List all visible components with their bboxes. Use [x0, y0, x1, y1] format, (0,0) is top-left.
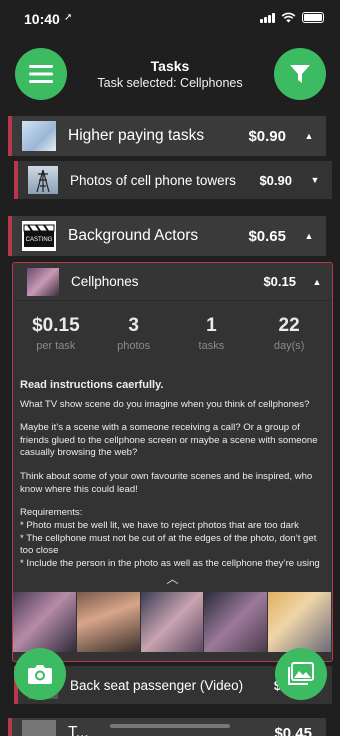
filter-button[interactable]: [274, 48, 326, 100]
stat-days: 22 day(s): [254, 315, 324, 352]
camera-button[interactable]: [14, 648, 66, 700]
category-price: $0.45: [274, 724, 312, 736]
task-stats: $0.15 per task 3 photos 1 tasks 22 day(s…: [13, 301, 332, 358]
home-indicator: [110, 724, 230, 728]
stat-photos: 3 photos: [99, 315, 169, 352]
stat-label: photos: [117, 340, 151, 352]
selected-task-card: Cellphones $0.15 ▲ $0.15 per task 3 phot…: [12, 262, 333, 662]
expand-chevron-icon[interactable]: ▼: [306, 175, 324, 185]
task-thumbnail: [27, 267, 59, 296]
svg-text:CASTING: CASTING: [26, 237, 53, 243]
example-photos[interactable]: [13, 592, 332, 652]
instructions-requirements: Requirements: * Photo must be well lit, …: [20, 507, 320, 570]
collapse-chevron-icon[interactable]: ▲: [308, 277, 326, 287]
category-thumbnail: CASTING: [22, 221, 56, 251]
battery-icon: [302, 12, 324, 23]
task-price: $0.15: [263, 274, 296, 289]
category-name: Higher paying tasks: [68, 127, 205, 144]
instructions-paragraph: Maybe it’s a scene with a someone receiv…: [20, 422, 318, 459]
status-time: 10:40: [24, 11, 60, 27]
task-name: Photos of cell phone towers: [70, 172, 236, 188]
task-row-cell-towers[interactable]: Photos of cell phone towers $0.90 ▼: [14, 161, 332, 199]
instructions-paragraph: What TV show scene do you imagine when y…: [20, 398, 310, 410]
menu-button[interactable]: [15, 48, 67, 100]
collapse-chevron-icon[interactable]: ▲: [300, 231, 318, 241]
instructions-paragraph: Think about some of your own favourite s…: [20, 471, 313, 495]
wifi-icon: [281, 12, 296, 23]
category-price: $0.65: [248, 227, 286, 245]
example-photo[interactable]: [13, 592, 76, 652]
category-thumbnail: [22, 121, 56, 151]
stat-per-task: $0.15 per task: [21, 315, 91, 352]
stat-value: 1: [206, 315, 217, 336]
task-instructions: Read instructions caerfully. What TV sho…: [13, 358, 332, 570]
header: Tasks Task selected: Cellphones: [0, 46, 340, 106]
image-icon: [288, 662, 314, 685]
category-price: $0.90: [248, 127, 286, 145]
stat-value: 22: [278, 315, 300, 336]
collapse-chevron-icon[interactable]: ▲: [300, 131, 318, 141]
category-name: Background Actors: [68, 227, 199, 244]
example-photo[interactable]: [268, 592, 331, 652]
category-row-higher-paying[interactable]: Higher paying tasks $0.90 ▲: [8, 116, 326, 156]
camera-icon: [28, 665, 52, 684]
stat-tasks: 1 tasks: [176, 315, 246, 352]
gallery-button[interactable]: [275, 648, 327, 700]
status-bar: 10:40 ➚: [0, 0, 340, 40]
filter-icon: [290, 65, 310, 83]
stat-label: per task: [36, 340, 76, 352]
task-price: $0.90: [259, 172, 292, 188]
category-row-background-actors[interactable]: CASTING Background Actors $0.65 ▲: [8, 216, 326, 256]
collapse-instructions-icon[interactable]: ︿: [13, 570, 332, 586]
selected-task-header[interactable]: Cellphones $0.15 ▲: [13, 263, 332, 301]
stat-value: $0.15: [32, 315, 80, 336]
example-photo[interactable]: [140, 592, 204, 652]
signal-icon: [260, 12, 275, 23]
location-icon: ➚: [64, 12, 73, 23]
task-name: Cellphones: [71, 274, 139, 289]
stat-label: day(s): [273, 340, 305, 352]
example-photo[interactable]: [204, 592, 268, 652]
example-photo[interactable]: [76, 592, 140, 652]
stat-value: 3: [128, 315, 139, 336]
status-icons: [260, 12, 324, 23]
task-name: Back seat passenger (Video): [70, 677, 244, 693]
category-thumbnail: [22, 720, 56, 736]
task-thumbnail: [28, 166, 58, 194]
instructions-heading: Read instructions caerfully.: [20, 379, 164, 391]
stat-label: tasks: [198, 340, 225, 352]
